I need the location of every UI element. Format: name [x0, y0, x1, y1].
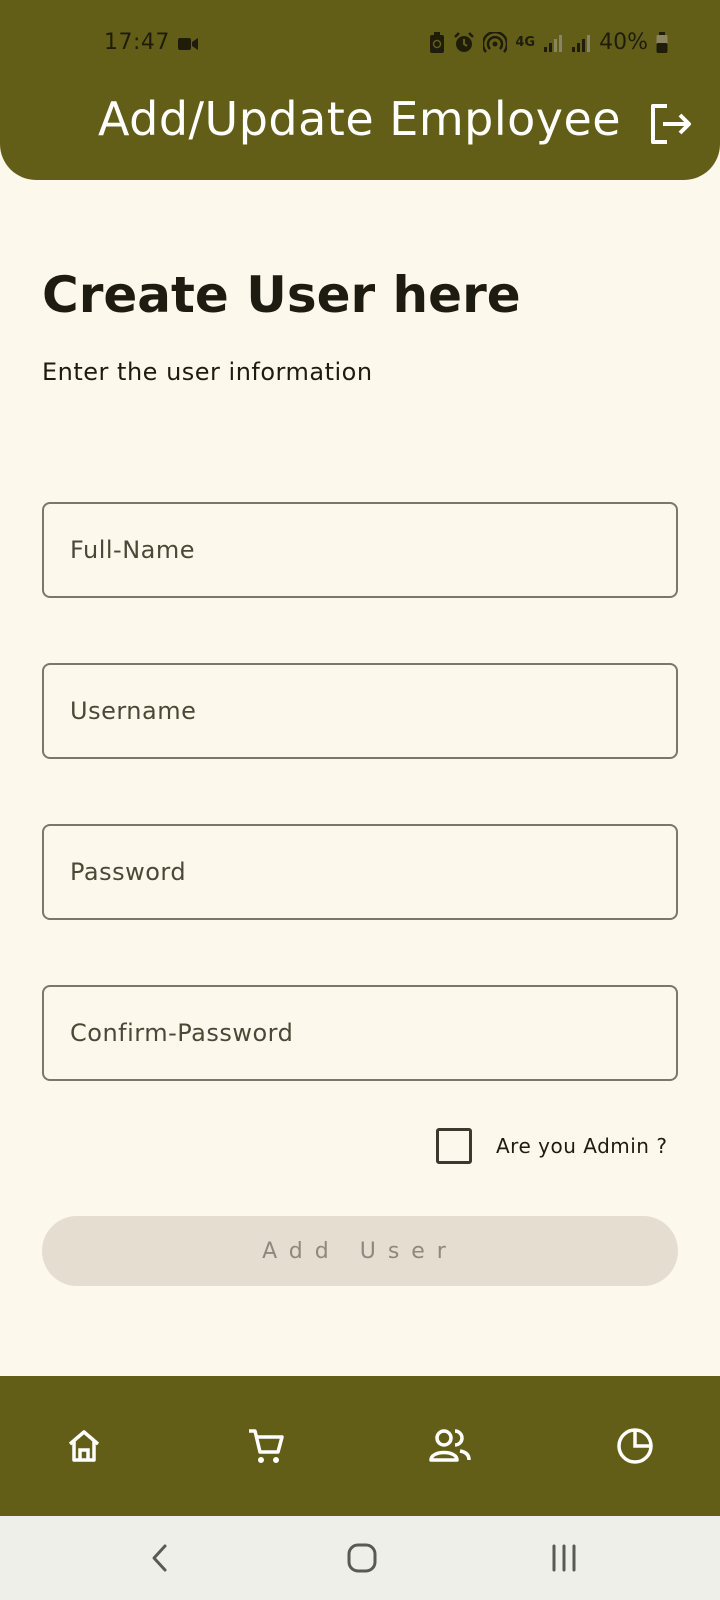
- logout-button[interactable]: [646, 100, 696, 148]
- page-title: Add/Update Employee: [98, 92, 622, 146]
- back-icon: [152, 1544, 167, 1572]
- status-bar: 17:47 4G 40%: [0, 26, 720, 62]
- form-subheading: Enter the user information: [42, 358, 373, 386]
- password-input[interactable]: [42, 824, 678, 920]
- bottom-nav: [0, 1376, 720, 1516]
- system-recents-button[interactable]: [540, 1536, 588, 1580]
- nav-cart[interactable]: [240, 1420, 292, 1472]
- hotspot-icon: [483, 31, 508, 53]
- nav-reports[interactable]: [609, 1420, 661, 1472]
- alarm-icon: [454, 31, 475, 52]
- signal-icon-1: [544, 34, 563, 52]
- battery-icon: [656, 31, 668, 53]
- system-nav-bar: [0, 1516, 720, 1600]
- status-time: 17:47: [104, 30, 170, 55]
- username-input[interactable]: [42, 663, 678, 759]
- cart-icon: [249, 1429, 284, 1463]
- pie-chart-icon: [617, 1428, 653, 1464]
- battery-percent: 40%: [599, 30, 648, 55]
- recents-icon: [552, 1544, 576, 1572]
- signal-icon-2: [572, 34, 591, 52]
- users-icon: [429, 1429, 471, 1462]
- add-user-button[interactable]: Add User: [42, 1216, 678, 1286]
- system-home-button[interactable]: [338, 1536, 386, 1580]
- battery-saver-icon: [430, 31, 445, 53]
- video-camera-icon: [178, 38, 198, 50]
- home-circle-icon: [347, 1543, 377, 1573]
- home-icon: [68, 1430, 100, 1462]
- network-type: 4G: [515, 34, 536, 50]
- admin-checkbox[interactable]: [436, 1128, 472, 1164]
- status-icons: 4G 40%: [429, 30, 668, 55]
- form-heading: Create User here: [42, 266, 521, 324]
- admin-label: Are you Admin ?: [496, 1134, 668, 1158]
- system-back-button[interactable]: [136, 1536, 184, 1580]
- logout-icon: [651, 104, 691, 144]
- full-name-input[interactable]: [42, 502, 678, 598]
- admin-row: Are you Admin ?: [436, 1128, 667, 1164]
- top-app-bar: 17:47 4G 40% Add/Update Employee: [0, 0, 720, 180]
- confirm-password-input[interactable]: [42, 985, 678, 1081]
- nav-home[interactable]: [58, 1420, 110, 1472]
- nav-users[interactable]: [424, 1420, 476, 1472]
